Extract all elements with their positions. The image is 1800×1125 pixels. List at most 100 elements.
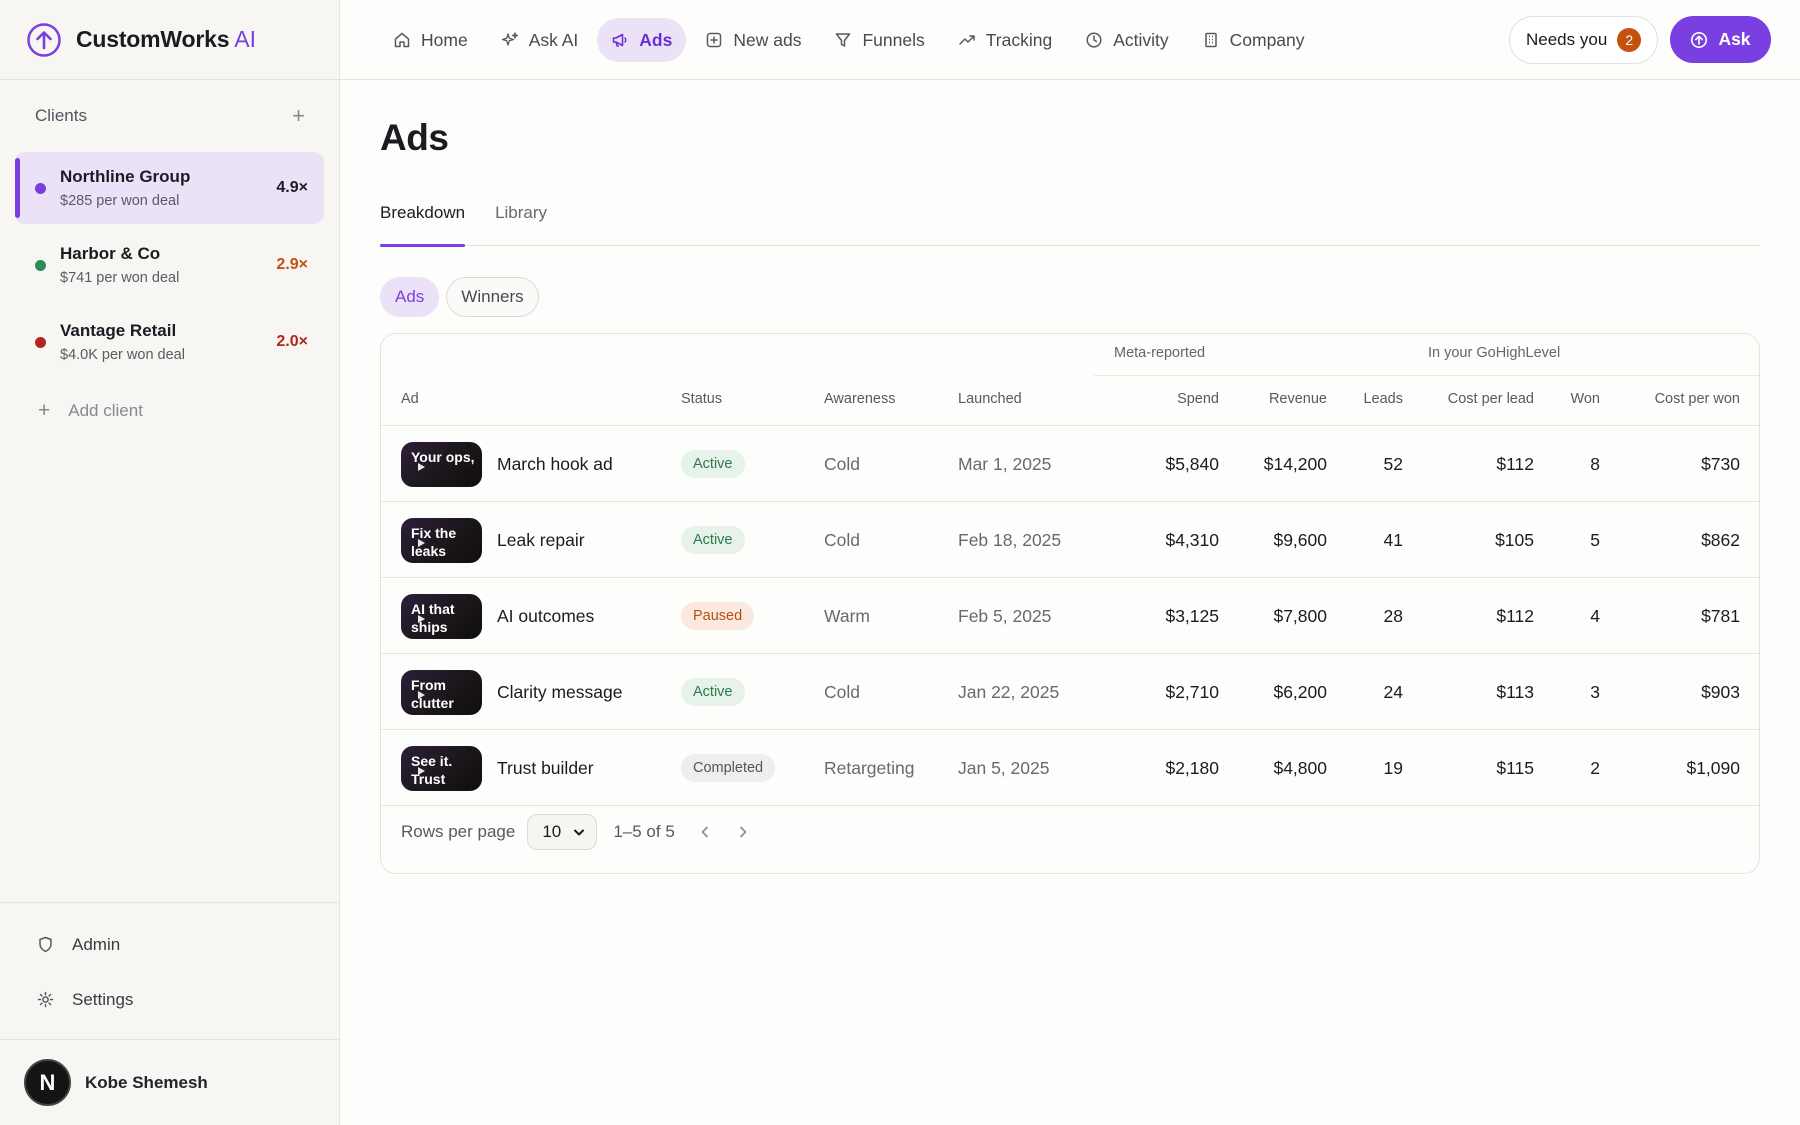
won-cell: 3 bbox=[1590, 681, 1600, 702]
ad-cell: Fix the leaks Leak repair bbox=[401, 502, 585, 578]
column-header-won[interactable]: Won bbox=[1570, 391, 1600, 407]
ad-cell: See it. Trust Trust builder bbox=[401, 730, 594, 806]
cost-per-lead-cell: $115 bbox=[1496, 757, 1534, 778]
ads-table: Meta-reported In your GoHighLevel Ad Sta… bbox=[380, 333, 1760, 874]
status-cell: Active bbox=[681, 426, 745, 502]
previous-page-chevron-left-icon[interactable] bbox=[697, 824, 713, 840]
column-header-spend[interactable]: Spend bbox=[1177, 391, 1219, 407]
ad-name[interactable]: Trust builder bbox=[497, 758, 594, 779]
nav-new-ads[interactable]: New ads bbox=[691, 18, 815, 62]
launched-cell: Mar 1, 2025 bbox=[958, 453, 1052, 474]
client-item-harbor-co[interactable]: Harbor & Co $741 per won deal 2.9× bbox=[15, 229, 324, 301]
column-header-leads[interactable]: Leads bbox=[1363, 391, 1403, 407]
brand-suffix: AI bbox=[234, 26, 257, 52]
nav-funnels[interactable]: Funnels bbox=[820, 18, 938, 62]
table-row[interactable]: Your ops, March hook ad Active Cold Mar 1, 2… bbox=[381, 426, 1759, 502]
ad-thumbnail[interactable]: See it. Trust bbox=[401, 745, 482, 791]
nav-label: Ads bbox=[639, 29, 673, 50]
arrow-up-circle-icon bbox=[1691, 31, 1708, 48]
pill-winners[interactable]: Winners bbox=[446, 277, 539, 317]
ad-thumbnail[interactable]: Your ops, bbox=[401, 441, 482, 487]
cost-per-won-cell: $781 bbox=[1701, 605, 1740, 626]
add-client-button[interactable]: + Add client bbox=[0, 383, 339, 439]
nav-ads[interactable]: Ads bbox=[597, 18, 687, 62]
column-header-awareness[interactable]: Awareness bbox=[824, 391, 895, 407]
table-row[interactable]: AI that ships AI outcomes Paused Warm Feb 5,… bbox=[381, 578, 1759, 654]
cost-per-lead-cell: $113 bbox=[1496, 681, 1534, 702]
brand-name: CustomWorks bbox=[76, 26, 230, 52]
nav-label: Funnels bbox=[862, 29, 925, 50]
needs-you-label: Needs you bbox=[1526, 30, 1608, 49]
column-header-revenue[interactable]: Revenue bbox=[1269, 391, 1327, 407]
ad-name[interactable]: Clarity message bbox=[497, 682, 622, 703]
tab-library[interactable]: Library bbox=[495, 191, 547, 246]
user-profile[interactable]: N Kobe Shemesh bbox=[0, 1039, 339, 1125]
home-icon bbox=[394, 32, 410, 48]
spend-cell: $5,840 bbox=[1165, 453, 1219, 474]
ask-label: Ask bbox=[1718, 29, 1751, 49]
spend-cell: $3,125 bbox=[1165, 605, 1219, 626]
column-header-cost-per-won[interactable]: Cost per won bbox=[1655, 391, 1740, 407]
ad-thumbnail[interactable]: AI that ships bbox=[401, 593, 482, 639]
column-header-cost-per-lead[interactable]: Cost per lead bbox=[1448, 391, 1534, 407]
play-icon bbox=[418, 614, 425, 623]
nav-company[interactable]: Company bbox=[1188, 18, 1319, 62]
admin-link[interactable]: Admin bbox=[0, 917, 339, 972]
settings-link[interactable]: Settings bbox=[0, 972, 339, 1027]
column-header-ad[interactable]: Ad bbox=[401, 391, 419, 407]
awareness-cell: Cold bbox=[824, 681, 860, 702]
next-page-chevron-right-icon[interactable] bbox=[735, 824, 751, 840]
client-status-dot bbox=[35, 259, 46, 271]
cost-per-won-cell: $903 bbox=[1701, 681, 1740, 702]
nav-label: Ask AI bbox=[528, 29, 579, 50]
sparkle-icon bbox=[501, 32, 518, 46]
status-cell: Active bbox=[681, 502, 745, 578]
ad-cell: From clutter Clarity message bbox=[401, 654, 622, 730]
needs-you-button[interactable]: Needs you 2 bbox=[1509, 16, 1659, 64]
revenue-cell: $14,200 bbox=[1263, 453, 1327, 474]
nav-activity[interactable]: Activity bbox=[1071, 18, 1182, 62]
won-cell: 4 bbox=[1590, 605, 1600, 626]
launched-cell: Feb 5, 2025 bbox=[958, 605, 1052, 626]
group-header-gohighlevel: In your GoHighLevel bbox=[1428, 345, 1561, 361]
chevron-down-icon bbox=[574, 829, 585, 836]
tab-breakdown[interactable]: Breakdown bbox=[380, 191, 466, 247]
nav-tracking[interactable]: Tracking bbox=[944, 18, 1066, 62]
ad-name[interactable]: Leak repair bbox=[497, 530, 585, 551]
ad-name[interactable]: AI outcomes bbox=[497, 606, 594, 627]
pill-ads[interactable]: Ads bbox=[380, 277, 440, 317]
ask-button[interactable]: Ask bbox=[1670, 16, 1771, 63]
nav-label: Home bbox=[421, 29, 468, 50]
nav-ask-ai[interactable]: Ask AI bbox=[487, 18, 593, 62]
ad-thumbnail[interactable]: From clutter bbox=[401, 669, 482, 715]
shield-icon bbox=[39, 936, 52, 953]
plus-icon: + bbox=[38, 399, 51, 422]
won-cell: 2 bbox=[1590, 757, 1600, 778]
ad-thumbnail[interactable]: Fix the leaks bbox=[401, 517, 482, 563]
client-item-vantage-retail[interactable]: Vantage Retail $4.0K per won deal 2.0× bbox=[15, 306, 324, 378]
table-row[interactable]: See it. Trust Trust builder Completed Retar… bbox=[381, 730, 1759, 806]
ad-cell: Your ops, March hook ad bbox=[401, 426, 613, 502]
launched-cell: Jan 5, 2025 bbox=[958, 757, 1050, 778]
revenue-cell: $7,800 bbox=[1273, 605, 1327, 626]
column-header-status[interactable]: Status bbox=[681, 391, 722, 407]
group-header-meta: Meta-reported bbox=[1114, 345, 1206, 361]
main-nav: Home Ask AI Ads New ads Funnels Tracking… bbox=[379, 18, 1319, 62]
group-header-divider bbox=[1094, 375, 1759, 376]
leads-cell: 24 bbox=[1383, 681, 1403, 702]
table-row[interactable]: Fix the leaks Leak repair Active Cold Feb 18… bbox=[381, 502, 1759, 578]
filter-pills: Ads Winners bbox=[380, 277, 1760, 317]
spend-cell: $4,310 bbox=[1165, 529, 1219, 550]
client-item-northline-group[interactable]: Northline Group $285 per won deal 4.9× bbox=[15, 152, 324, 224]
play-icon bbox=[418, 462, 425, 471]
column-header-launched[interactable]: Launched bbox=[958, 391, 1022, 407]
rows-per-page-label: Rows per page bbox=[401, 822, 516, 841]
awareness-cell: Warm bbox=[824, 605, 871, 626]
ad-name[interactable]: March hook ad bbox=[497, 454, 613, 475]
add-client-plus-icon[interactable]: + bbox=[292, 105, 305, 127]
nav-home[interactable]: Home bbox=[379, 18, 482, 62]
table-row[interactable]: From clutter Clarity message Active Cold Jan… bbox=[381, 654, 1759, 730]
rows-per-page-select[interactable]: 10 bbox=[527, 814, 598, 850]
brand[interactable]: CustomWorks AI bbox=[0, 0, 339, 80]
awareness-cell: Cold bbox=[824, 453, 860, 474]
